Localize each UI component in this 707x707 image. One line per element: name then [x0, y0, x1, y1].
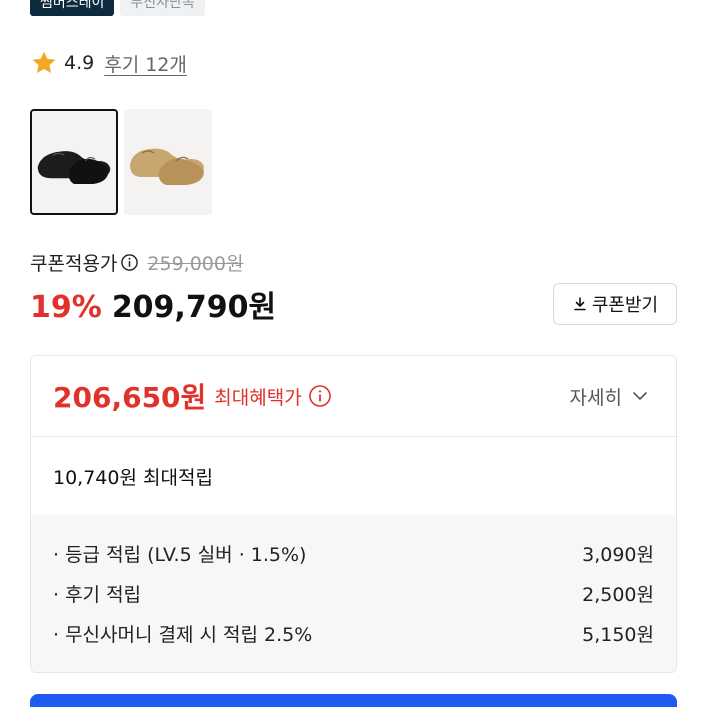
original-price: 259,000원	[147, 252, 244, 275]
sale-price: 209,790원	[111, 290, 277, 325]
point-item-label: · 등급 적립 (LV.5 실버 · 1.5%)	[53, 543, 307, 566]
point-item-value: 5,150원	[582, 623, 654, 646]
star-icon	[32, 51, 56, 74]
primary-action-button[interactable]	[30, 694, 677, 707]
point-item-value: 2,500원	[582, 583, 654, 606]
points-breakdown: · 등급 적립 (LV.5 실버 · 1.5%) 3,090원 · 후기 적립 …	[31, 515, 676, 672]
list-item: · 후기 적립 2,500원	[53, 573, 654, 613]
point-item-label: · 무신사머니 결제 시 적립 2.5%	[53, 623, 313, 646]
max-benefit-panel: 206,650원 최대혜택가 자세히 10,740원 최대적립 · 등급 적립 …	[30, 355, 677, 673]
max-benefit-price: 206,650원	[53, 381, 207, 414]
detail-toggle[interactable]: 자세히	[570, 356, 650, 436]
point-item-label: · 후기 적립	[53, 583, 142, 606]
point-item-value: 3,090원	[582, 543, 654, 566]
beige-shoe-image	[124, 109, 212, 215]
detail-toggle-label: 자세히	[569, 386, 622, 409]
get-coupon-label: 쿠폰받기	[591, 295, 659, 316]
badge-summer-stay: 썸머스테이	[30, 0, 115, 16]
discount-rate: 19%	[30, 290, 102, 325]
product-thumbnails	[30, 109, 212, 215]
coupon-price-label: 쿠폰적용가	[30, 252, 118, 275]
badge-row: 썸머스테이 무신사단독	[30, 0, 205, 16]
max-benefit-label: 최대혜택가	[214, 386, 302, 409]
sale-price-row: 19% 209,790원	[30, 282, 276, 326]
get-coupon-button[interactable]: 쿠폰받기	[553, 283, 677, 325]
coupon-price-label-row: 쿠폰적용가 259,000원	[30, 248, 243, 276]
black-shoe-image	[32, 111, 116, 213]
badge-exclusive: 무신사단독	[120, 0, 205, 16]
list-item: · 등급 적립 (LV.5 실버 · 1.5%) 3,090원	[53, 533, 654, 573]
total-points: 10,740원 최대적립	[53, 466, 213, 489]
review-count-link[interactable]: 후기 12개	[104, 50, 187, 77]
thumbnail-black-shoe[interactable]	[30, 109, 118, 215]
download-icon	[574, 297, 586, 311]
rating-score: 4.9	[64, 52, 95, 74]
info-icon[interactable]	[308, 384, 332, 408]
info-icon[interactable]	[120, 253, 139, 272]
chevron-down-icon	[633, 392, 647, 400]
list-item: · 무신사머니 결제 시 적립 2.5% 5,150원	[53, 613, 654, 653]
thumbnail-beige-shoe[interactable]	[124, 109, 212, 215]
rating-row: 4.9 후기 12개	[30, 48, 187, 78]
